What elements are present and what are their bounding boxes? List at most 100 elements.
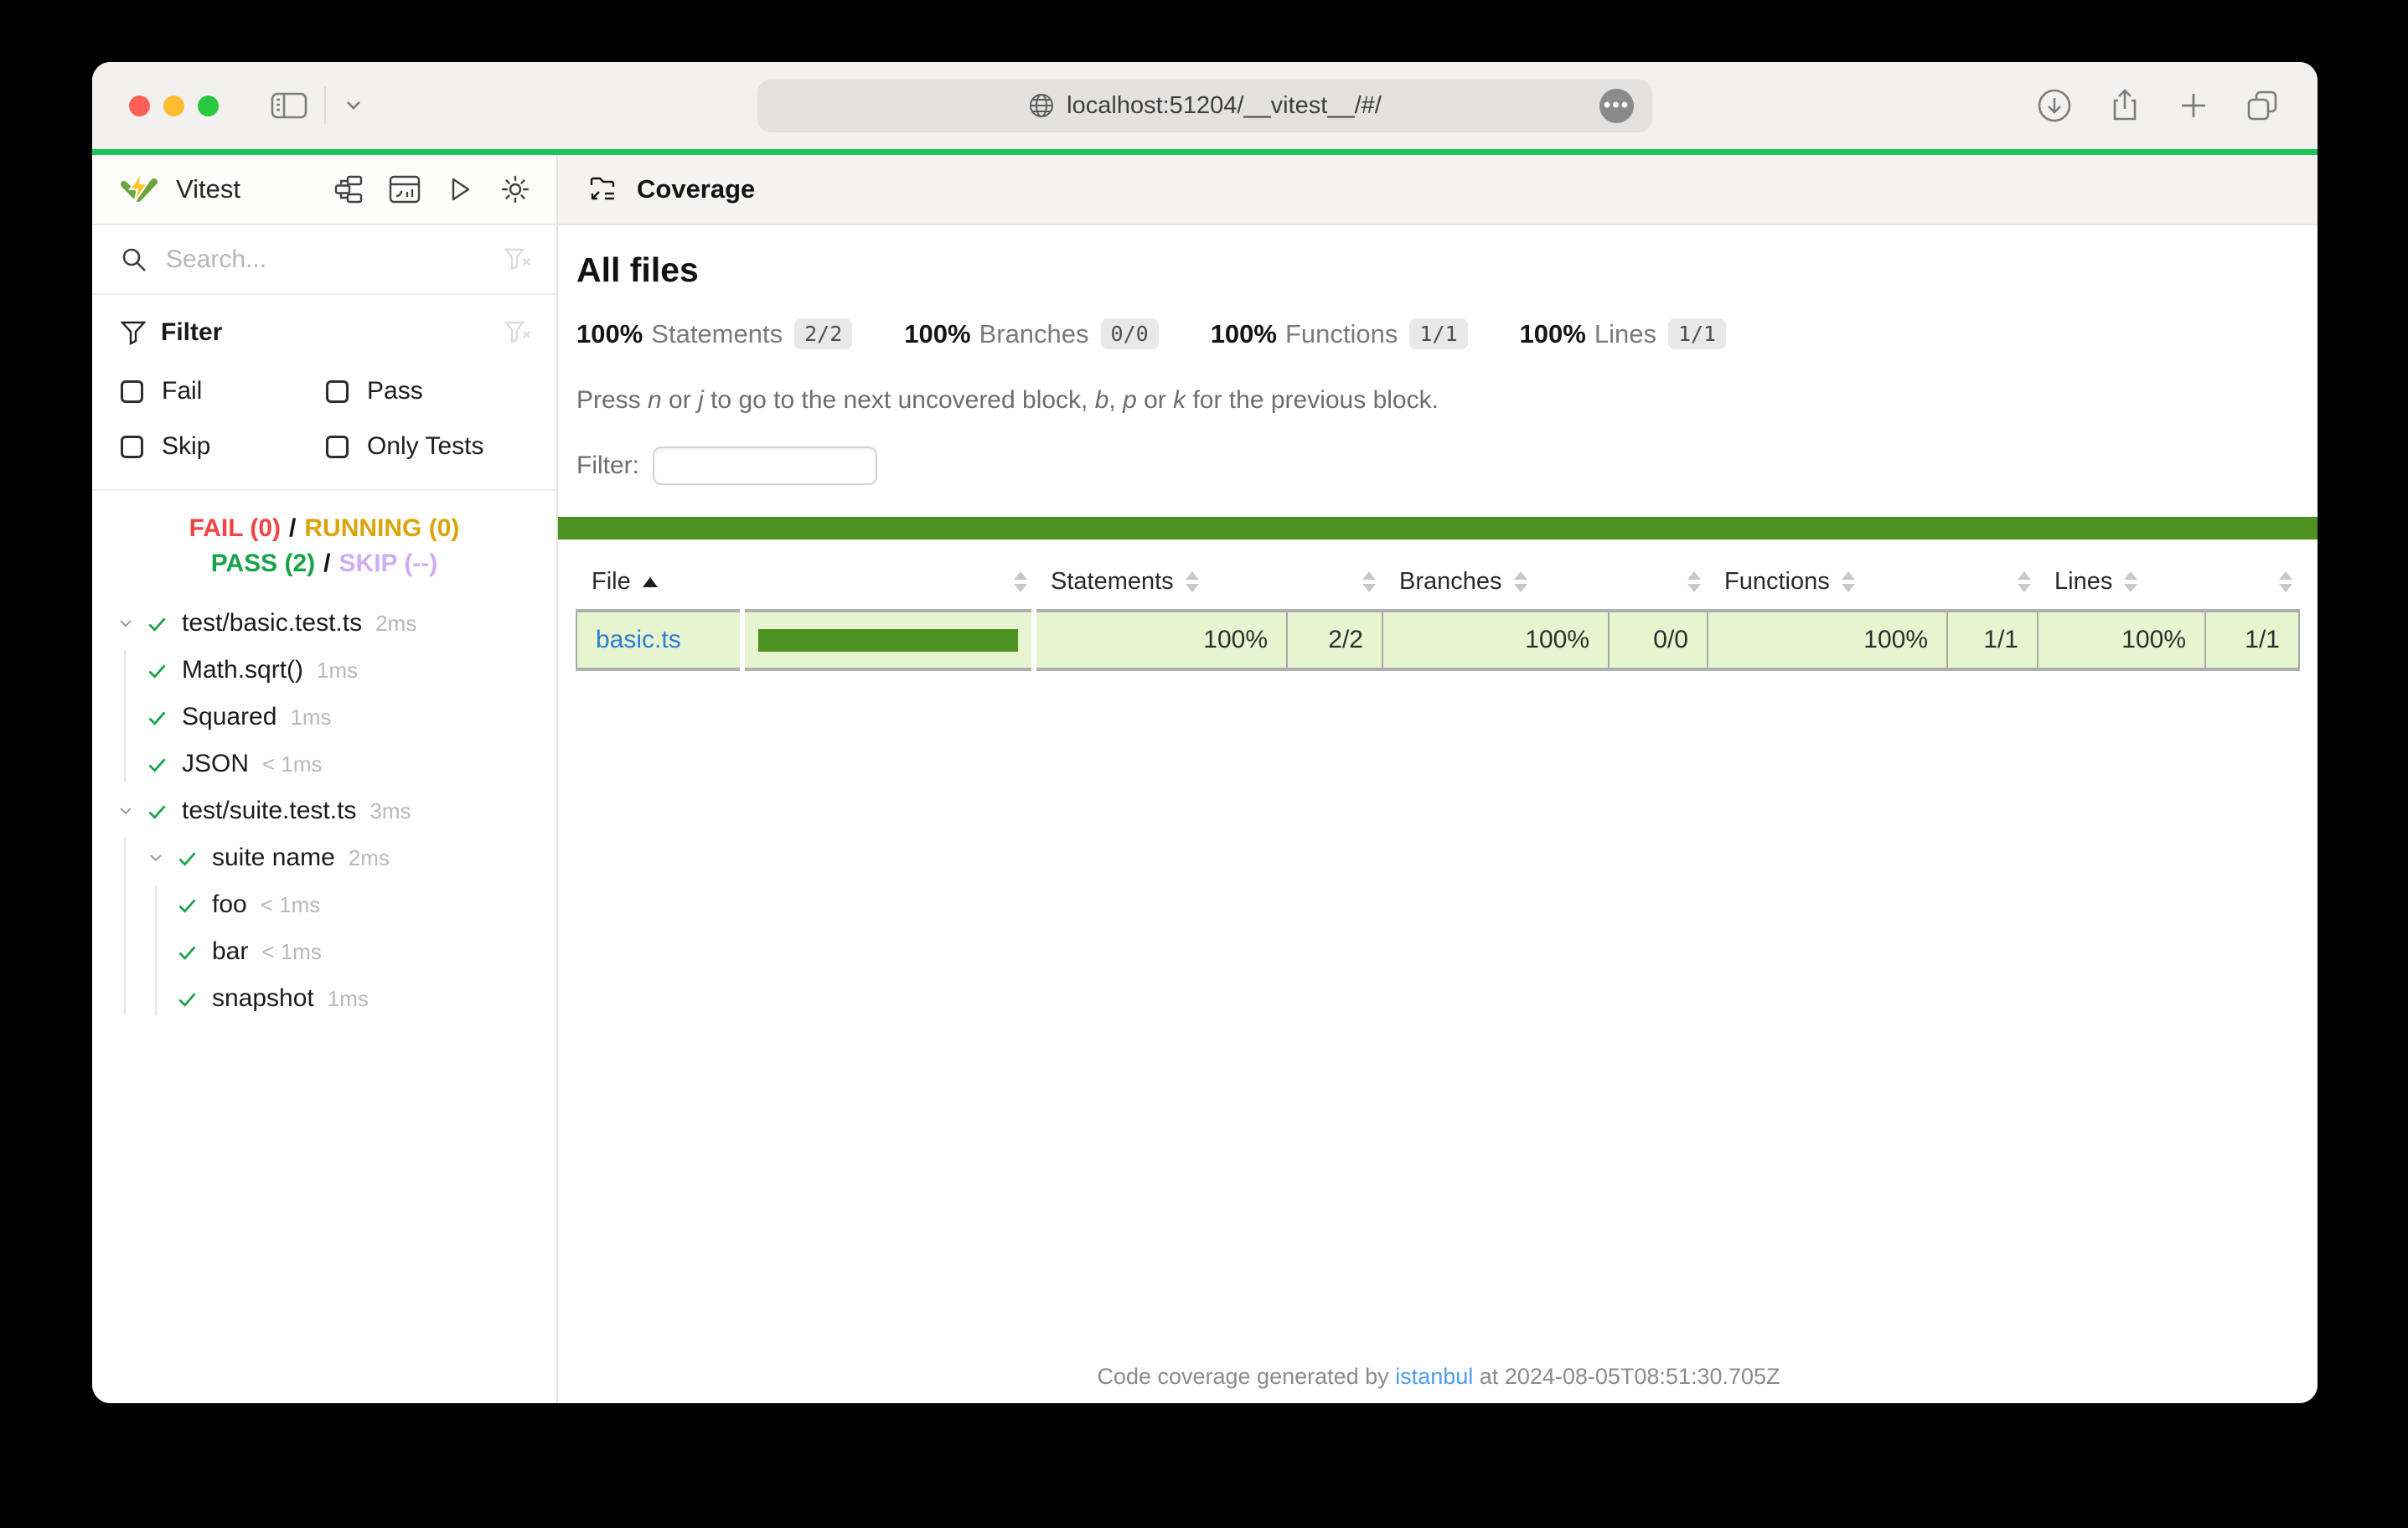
stat-fraction-badge: 1/1 bbox=[1409, 318, 1467, 349]
col-header-file[interactable]: File bbox=[576, 556, 742, 611]
browser-window: localhost:51204/__vitest__/#/ ••• bbox=[92, 62, 2318, 1403]
coverage-stats: 100%Statements2/2 100%Branches0/0 100%Fu… bbox=[576, 318, 2299, 349]
checkbox-box[interactable] bbox=[326, 436, 349, 458]
pass-check-icon bbox=[146, 800, 168, 823]
tree-item-test[interactable]: foo < 1ms bbox=[92, 881, 556, 928]
status-skip: SKIP (--) bbox=[339, 550, 438, 577]
checkbox-box[interactable] bbox=[121, 380, 143, 403]
col-header-statements[interactable]: Statements bbox=[1034, 556, 1287, 611]
sort-icon bbox=[2279, 571, 2292, 592]
download-icon[interactable] bbox=[2036, 87, 2073, 124]
new-tab-icon[interactable] bbox=[2177, 89, 2210, 122]
coverage-summary-bar bbox=[558, 517, 2318, 539]
sidebar-toggle-icon[interactable] bbox=[271, 90, 307, 121]
col-header-lines[interactable]: Lines bbox=[2038, 556, 2205, 611]
pass-check-icon bbox=[146, 612, 168, 635]
lines-pct-cell: 100% bbox=[2038, 611, 2205, 669]
tree-guide-line bbox=[124, 838, 126, 1015]
chevron-down-icon[interactable] bbox=[116, 613, 146, 633]
browser-toolbar: localhost:51204/__vitest__/#/ ••• bbox=[92, 62, 2318, 149]
chevron-down-icon[interactable] bbox=[116, 801, 146, 821]
dashboard-icon[interactable] bbox=[389, 175, 421, 204]
coverage-filter-row: Filter: bbox=[576, 447, 2299, 485]
coverage-table-wrap: File Statements bbox=[576, 556, 2300, 671]
filter-title: Filter bbox=[161, 318, 222, 347]
coverage-body: All files 100%Statements2/2 100%Branches… bbox=[558, 225, 2318, 485]
tree-item-test[interactable]: bar < 1ms bbox=[92, 928, 556, 975]
checkbox-skip[interactable]: Skip bbox=[121, 432, 326, 461]
tree-item-test[interactable]: Squared 1ms bbox=[92, 694, 556, 741]
sort-icon bbox=[2018, 571, 2031, 592]
pass-check-icon bbox=[146, 753, 168, 776]
tree-item-file[interactable]: test/basic.test.ts 2ms bbox=[92, 600, 556, 647]
branches-pct-cell: 100% bbox=[1382, 611, 1609, 669]
sort-icon bbox=[1842, 571, 1855, 592]
col-header-branches[interactable]: Branches bbox=[1382, 556, 1609, 611]
sort-asc-icon bbox=[643, 577, 658, 587]
pass-check-icon bbox=[176, 941, 199, 963]
col-header-file-sorter[interactable] bbox=[742, 556, 1034, 611]
status-running: RUNNING (0) bbox=[304, 514, 459, 542]
globe-icon bbox=[1028, 92, 1055, 119]
file-link[interactable]: basic.ts bbox=[596, 626, 681, 653]
search-bar bbox=[92, 225, 556, 295]
checkbox-pass[interactable]: Pass bbox=[326, 377, 531, 405]
fullscreen-button[interactable] bbox=[198, 96, 219, 116]
test-tree: test/basic.test.ts 2ms Math.sqrt() 1ms S… bbox=[92, 588, 556, 1403]
theme-sun-icon[interactable] bbox=[499, 173, 531, 205]
pass-check-icon bbox=[146, 706, 168, 729]
tree-item-test[interactable]: snapshot 1ms bbox=[92, 975, 556, 1022]
tabs-icon[interactable] bbox=[2244, 87, 2281, 124]
test-status-summary: FAIL (0)/RUNNING (0) PASS (2)/SKIP (--) bbox=[92, 491, 556, 588]
search-input[interactable] bbox=[166, 245, 504, 274]
checkbox-fail[interactable]: Fail bbox=[121, 377, 326, 405]
col-header-statements-frac[interactable] bbox=[1287, 556, 1382, 611]
checkbox-box[interactable] bbox=[326, 380, 349, 403]
col-header-functions-frac[interactable] bbox=[1947, 556, 2038, 611]
ellipsis-icon[interactable]: ••• bbox=[1599, 89, 1634, 123]
vitest-logo-icon bbox=[119, 171, 159, 208]
footer-timestamp: 2024-08-05T08:51:30.705Z bbox=[1505, 1364, 1780, 1389]
keyboard-hint: Press n or j to go to the next uncovered… bbox=[576, 386, 2299, 415]
coverage-report-icon bbox=[588, 175, 618, 204]
url-text: localhost:51204/__vitest__/#/ bbox=[1067, 92, 1382, 120]
checkbox-only-tests[interactable]: Only Tests bbox=[326, 432, 531, 461]
stat-fraction-badge: 2/2 bbox=[794, 318, 852, 349]
coverage-header: Coverage bbox=[558, 155, 2318, 225]
coverage-footer: Code coverage generated by istanbul at 2… bbox=[558, 1364, 2318, 1390]
chevron-down-icon[interactable] bbox=[343, 98, 364, 113]
table-header-row: File Statements bbox=[576, 556, 2299, 611]
col-header-branches-frac[interactable] bbox=[1609, 556, 1708, 611]
toolbar-actions bbox=[2036, 87, 2281, 124]
minimize-button[interactable] bbox=[163, 96, 184, 116]
tree-guide-line bbox=[155, 885, 157, 1015]
checkbox-box[interactable] bbox=[121, 436, 143, 458]
functions-frac-cell: 1/1 bbox=[1947, 611, 2038, 669]
sidebar-header: Vitest bbox=[92, 155, 556, 225]
col-header-lines-frac[interactable] bbox=[2205, 556, 2299, 611]
share-icon[interactable] bbox=[2106, 87, 2143, 124]
stat-functions: 100%Functions1/1 bbox=[1211, 318, 1468, 349]
file-cell: basic.ts bbox=[576, 611, 742, 669]
url-bar[interactable]: localhost:51204/__vitest__/#/ ••• bbox=[757, 80, 1652, 132]
tree-item-test[interactable]: JSON < 1ms bbox=[92, 741, 556, 787]
close-button[interactable] bbox=[129, 96, 150, 116]
sort-icon bbox=[1186, 571, 1199, 592]
statements-pct-cell: 100% bbox=[1034, 611, 1287, 669]
run-all-icon[interactable] bbox=[446, 175, 474, 204]
clear-filter-icon[interactable] bbox=[504, 320, 531, 345]
traffic-lights bbox=[129, 96, 219, 116]
tree-item-test[interactable]: Math.sqrt() 1ms bbox=[92, 647, 556, 694]
tree-view-icon[interactable] bbox=[333, 174, 364, 204]
col-header-functions[interactable]: Functions bbox=[1708, 556, 1947, 611]
chevron-down-icon[interactable] bbox=[146, 848, 176, 868]
tree-item-file[interactable]: test/suite.test.ts 3ms bbox=[92, 787, 556, 834]
coverage-table: File Statements bbox=[576, 556, 2300, 671]
coverage-title: Coverage bbox=[637, 174, 755, 204]
coverage-filter-input[interactable] bbox=[653, 447, 877, 485]
branches-frac-cell: 0/0 bbox=[1609, 611, 1708, 669]
istanbul-link[interactable]: istanbul bbox=[1395, 1364, 1473, 1389]
pass-check-icon bbox=[176, 988, 199, 1010]
clear-search-filter-icon[interactable] bbox=[504, 247, 531, 272]
tree-item-suite[interactable]: suite name 2ms bbox=[92, 834, 556, 881]
